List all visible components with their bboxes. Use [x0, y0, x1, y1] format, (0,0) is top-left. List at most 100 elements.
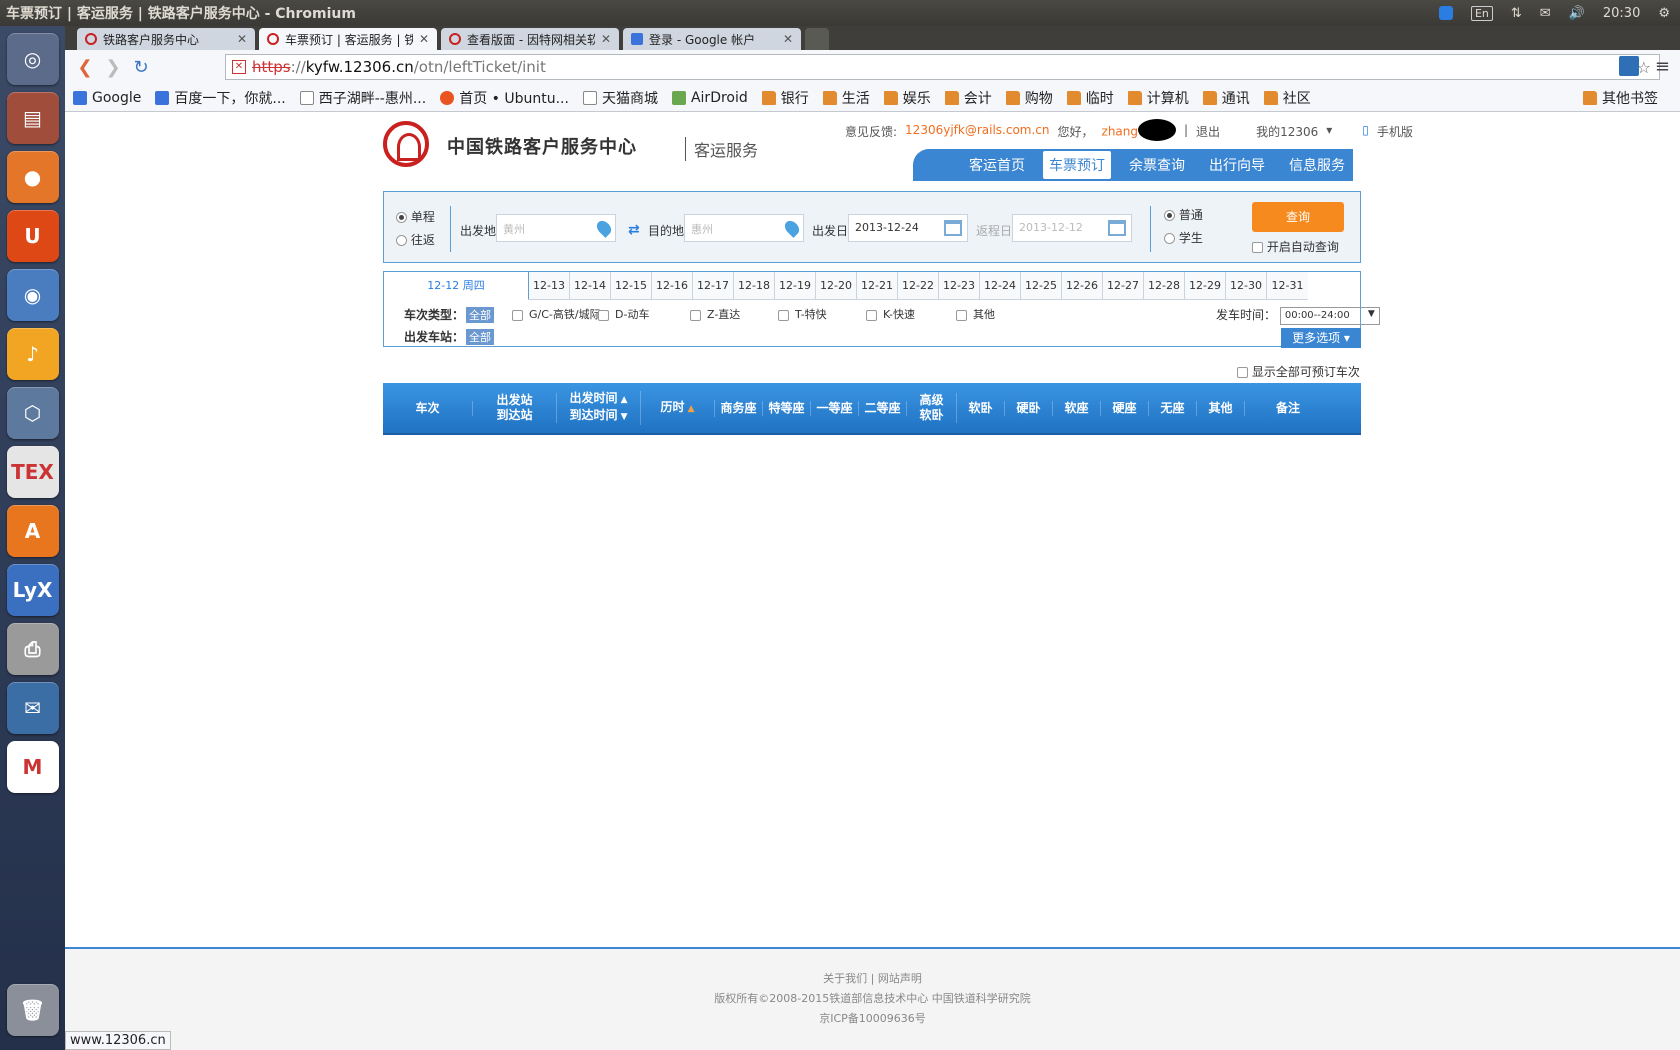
column-header[interactable]: 二等座 — [859, 400, 907, 416]
tab-railway-home[interactable]: 铁路客户服务中心 ✕ — [77, 28, 255, 50]
train-type-checkbox[interactable]: K-快速 — [866, 306, 915, 322]
logout-link[interactable]: 退出 — [1196, 123, 1220, 141]
checkbox[interactable] — [866, 309, 877, 321]
site-nav-item[interactable]: 出行向导 — [1203, 151, 1271, 179]
tab-forum[interactable]: 查看版面 - 因特网相关软件 ✕ — [441, 28, 619, 50]
trash-icon[interactable]: 🗑 — [6, 984, 59, 1036]
firefox-icon[interactable]: ● — [6, 151, 59, 203]
date-tab[interactable]: 12-20 — [816, 272, 857, 300]
bookmark-item[interactable]: Google — [73, 90, 141, 106]
bookmark-item[interactable]: 临时 — [1066, 88, 1114, 108]
column-header[interactable]: 硬卧 — [1005, 400, 1053, 416]
back-button[interactable]: ❮ — [71, 57, 99, 78]
skype-icon[interactable] — [1438, 6, 1453, 20]
more-options-button[interactable]: 更多选项 ▾ — [1281, 328, 1361, 348]
thunderbird-icon[interactable]: ✉ — [6, 682, 59, 734]
column-header[interactable]: 硬座 — [1101, 400, 1149, 416]
address-bar[interactable]: ✕ https://kyfw.12306.cn/otn/leftTicket/i… — [225, 54, 1660, 80]
checkbox[interactable] — [778, 309, 789, 321]
close-icon[interactable]: ✕ — [419, 32, 429, 46]
gmail-icon[interactable]: M — [6, 741, 59, 793]
normal-radio[interactable]: 普通 — [1164, 206, 1203, 223]
date-tab[interactable]: 12-22 — [898, 272, 939, 300]
feedback-email-link[interactable]: 12306yjfk@rails.com.cn — [905, 123, 1049, 141]
other-bookmarks[interactable]: 其他书签 — [1583, 88, 1658, 108]
student-radio[interactable]: 学生 — [1164, 229, 1203, 246]
forward-button[interactable]: ❯ — [99, 57, 127, 78]
menu-icon[interactable]: ≡ — [1655, 56, 1670, 77]
reload-button[interactable]: ↻ — [127, 57, 155, 78]
virtualbox-icon[interactable]: ⬡ — [6, 387, 59, 439]
date-tab[interactable]: 12-18 — [734, 272, 775, 300]
bookmark-item[interactable]: 生活 — [822, 88, 870, 108]
column-header[interactable]: 出发站 到达站 — [473, 393, 557, 423]
tab-ticket-booking[interactable]: 车票预订 | 客运服务 | 铁路: ✕ — [259, 28, 437, 50]
texmaker-icon[interactable]: TEX — [6, 446, 59, 498]
checkbox[interactable] — [512, 309, 523, 321]
one-way-radio[interactable]: 单程 — [396, 208, 435, 225]
return-date-input[interactable]: 2013-12-12 — [1012, 214, 1132, 242]
column-header[interactable]: 历时 ▲ — [641, 399, 715, 417]
column-header[interactable]: 软座 — [1053, 400, 1101, 416]
gear-icon[interactable]: ⚙ — [1658, 6, 1670, 21]
insecure-icon[interactable]: ✕ — [232, 60, 246, 74]
lyx-icon[interactable]: LyX — [6, 564, 59, 616]
date-tab[interactable]: 12-26 — [1062, 272, 1103, 300]
swap-icon[interactable]: ⇄ — [628, 222, 640, 238]
column-header[interactable]: 软卧 — [957, 400, 1005, 416]
bookmark-item[interactable]: 购物 — [1005, 88, 1053, 108]
mail-icon[interactable]: ✉ — [1540, 6, 1551, 21]
column-header[interactable]: 高级 软卧 — [907, 393, 957, 423]
train-type-checkbox[interactable]: T-特快 — [778, 306, 827, 322]
round-trip-radio[interactable]: 往返 — [396, 231, 435, 248]
close-icon[interactable]: ✕ — [601, 32, 611, 46]
column-header[interactable]: 其他 — [1197, 400, 1245, 416]
ubuntu-one-icon[interactable]: U — [6, 210, 59, 262]
calendar-icon[interactable] — [944, 220, 962, 236]
statement-link[interactable]: 网站声明 — [878, 972, 922, 985]
train-type-checkbox[interactable]: G/C-高铁/城际 — [512, 306, 601, 322]
query-button[interactable]: 查询 — [1252, 202, 1344, 232]
bookmark-item[interactable]: 天猫商城 — [582, 88, 658, 108]
audacity-icon[interactable]: ♪ — [6, 328, 59, 380]
column-header[interactable]: 一等座 — [811, 400, 859, 416]
bookmark-item[interactable]: 通讯 — [1202, 88, 1250, 108]
to-station-input[interactable]: 惠州 — [684, 214, 804, 242]
site-nav-item[interactable]: 车票预订 — [1043, 151, 1111, 179]
bookmark-item[interactable]: 银行 — [761, 88, 809, 108]
date-tab[interactable]: 12-25 — [1021, 272, 1062, 300]
location-pin-icon[interactable] — [782, 218, 802, 238]
date-tab-active[interactable]: 12-12 周四 — [384, 272, 529, 300]
column-header[interactable]: 备注 — [1245, 401, 1331, 416]
close-icon[interactable]: ✕ — [237, 32, 247, 46]
sort-asc-icon[interactable]: ▲ — [684, 404, 695, 414]
close-icon[interactable]: ✕ — [783, 32, 793, 46]
bookmark-item[interactable]: 社区 — [1263, 88, 1311, 108]
software-center-icon[interactable]: A — [6, 505, 59, 557]
depart-date-input[interactable]: 2013-12-24 — [848, 214, 968, 242]
printer-icon[interactable]: ⎙ — [6, 623, 59, 675]
my12306-menu[interactable]: 我的12306 — [1256, 123, 1318, 141]
dash-home-icon[interactable]: ◎ — [6, 33, 59, 85]
bookmark-item[interactable]: 会计 — [944, 88, 992, 108]
auto-query-checkbox[interactable]: 开启自动查询 — [1252, 238, 1339, 255]
show-all-checkbox[interactable]: 显示全部可预订车次 — [1237, 363, 1360, 380]
location-pin-icon[interactable] — [594, 218, 614, 238]
calendar-icon[interactable] — [1108, 220, 1126, 236]
chromium-icon[interactable]: ◉ — [6, 269, 59, 321]
date-tab[interactable]: 12-13 — [529, 272, 570, 300]
column-header[interactable]: 无座 — [1149, 400, 1197, 416]
bookmark-item[interactable]: 百度一下，你就... — [155, 88, 286, 108]
volume-icon[interactable]: 🔊 — [1569, 6, 1585, 21]
sort-asc-icon[interactable]: ▲ — [617, 395, 628, 405]
username-link[interactable]: zhang — [1102, 119, 1176, 141]
date-tab[interactable]: 12-15 — [611, 272, 652, 300]
train-type-checkbox[interactable]: Z-直达 — [690, 306, 740, 322]
date-tab[interactable]: 12-29 — [1185, 272, 1226, 300]
keyboard-layout-indicator[interactable]: En — [1470, 5, 1493, 21]
train-type-checkbox[interactable]: 其他 — [956, 306, 995, 322]
column-header[interactable]: 特等座 — [763, 400, 811, 416]
site-nav-item[interactable]: 余票查询 — [1123, 151, 1191, 179]
column-header[interactable]: 商务座 — [715, 400, 763, 416]
column-header[interactable]: 车次 — [383, 400, 473, 416]
